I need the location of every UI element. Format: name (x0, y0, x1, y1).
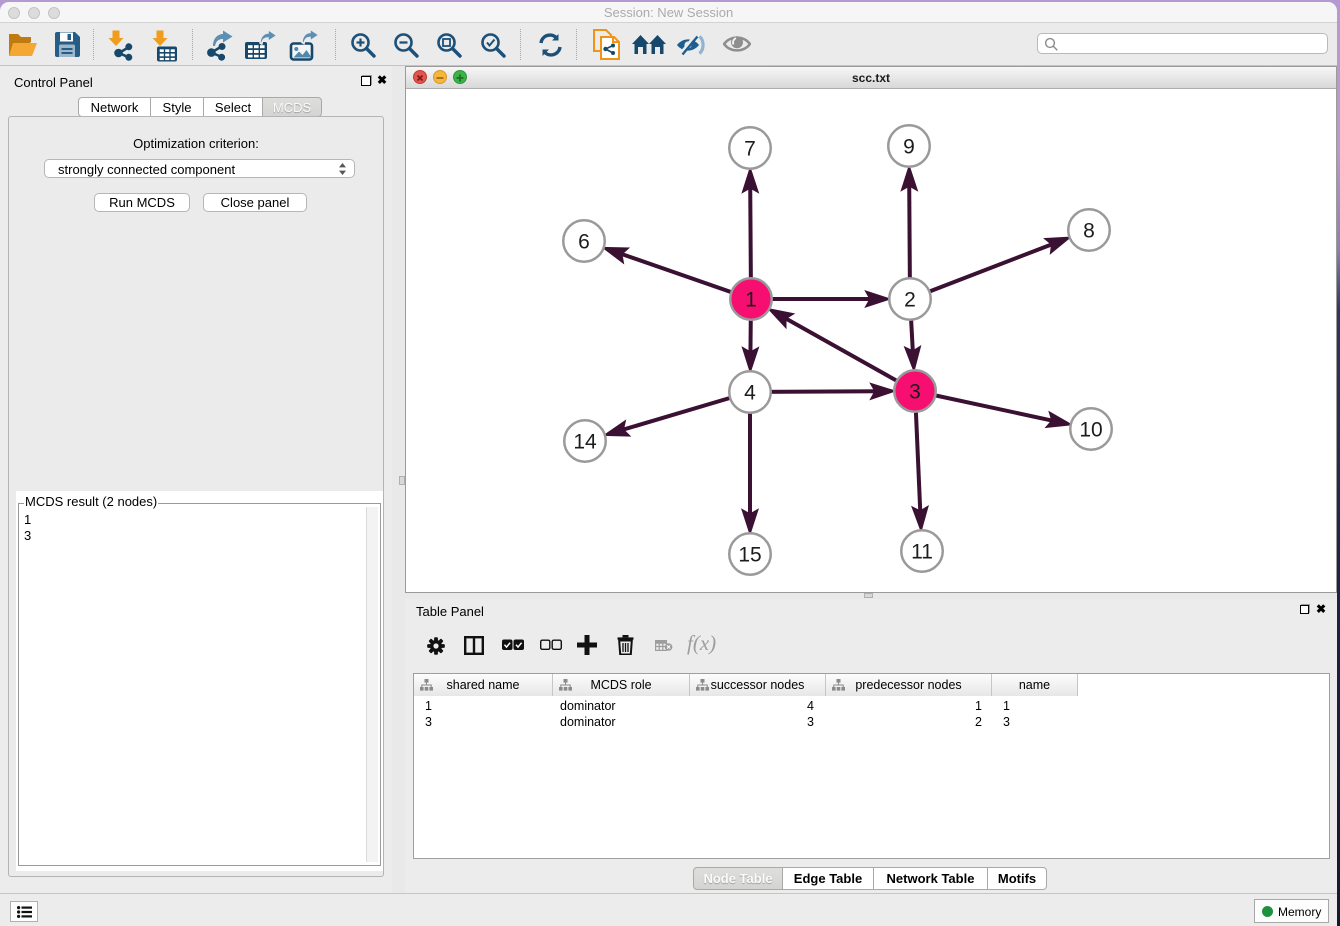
svg-text:4: 4 (744, 382, 756, 405)
svg-text:15: 15 (738, 544, 761, 567)
svg-text:10: 10 (1079, 419, 1102, 442)
svg-text:2: 2 (904, 289, 916, 312)
svg-text:14: 14 (573, 431, 597, 454)
svg-text:6: 6 (578, 231, 590, 254)
svg-text:3: 3 (909, 381, 921, 404)
svg-text:11: 11 (911, 541, 933, 564)
svg-text:1: 1 (745, 289, 757, 312)
svg-text:7: 7 (744, 138, 756, 161)
svg-text:8: 8 (1083, 220, 1095, 243)
svg-text:9: 9 (903, 136, 915, 159)
